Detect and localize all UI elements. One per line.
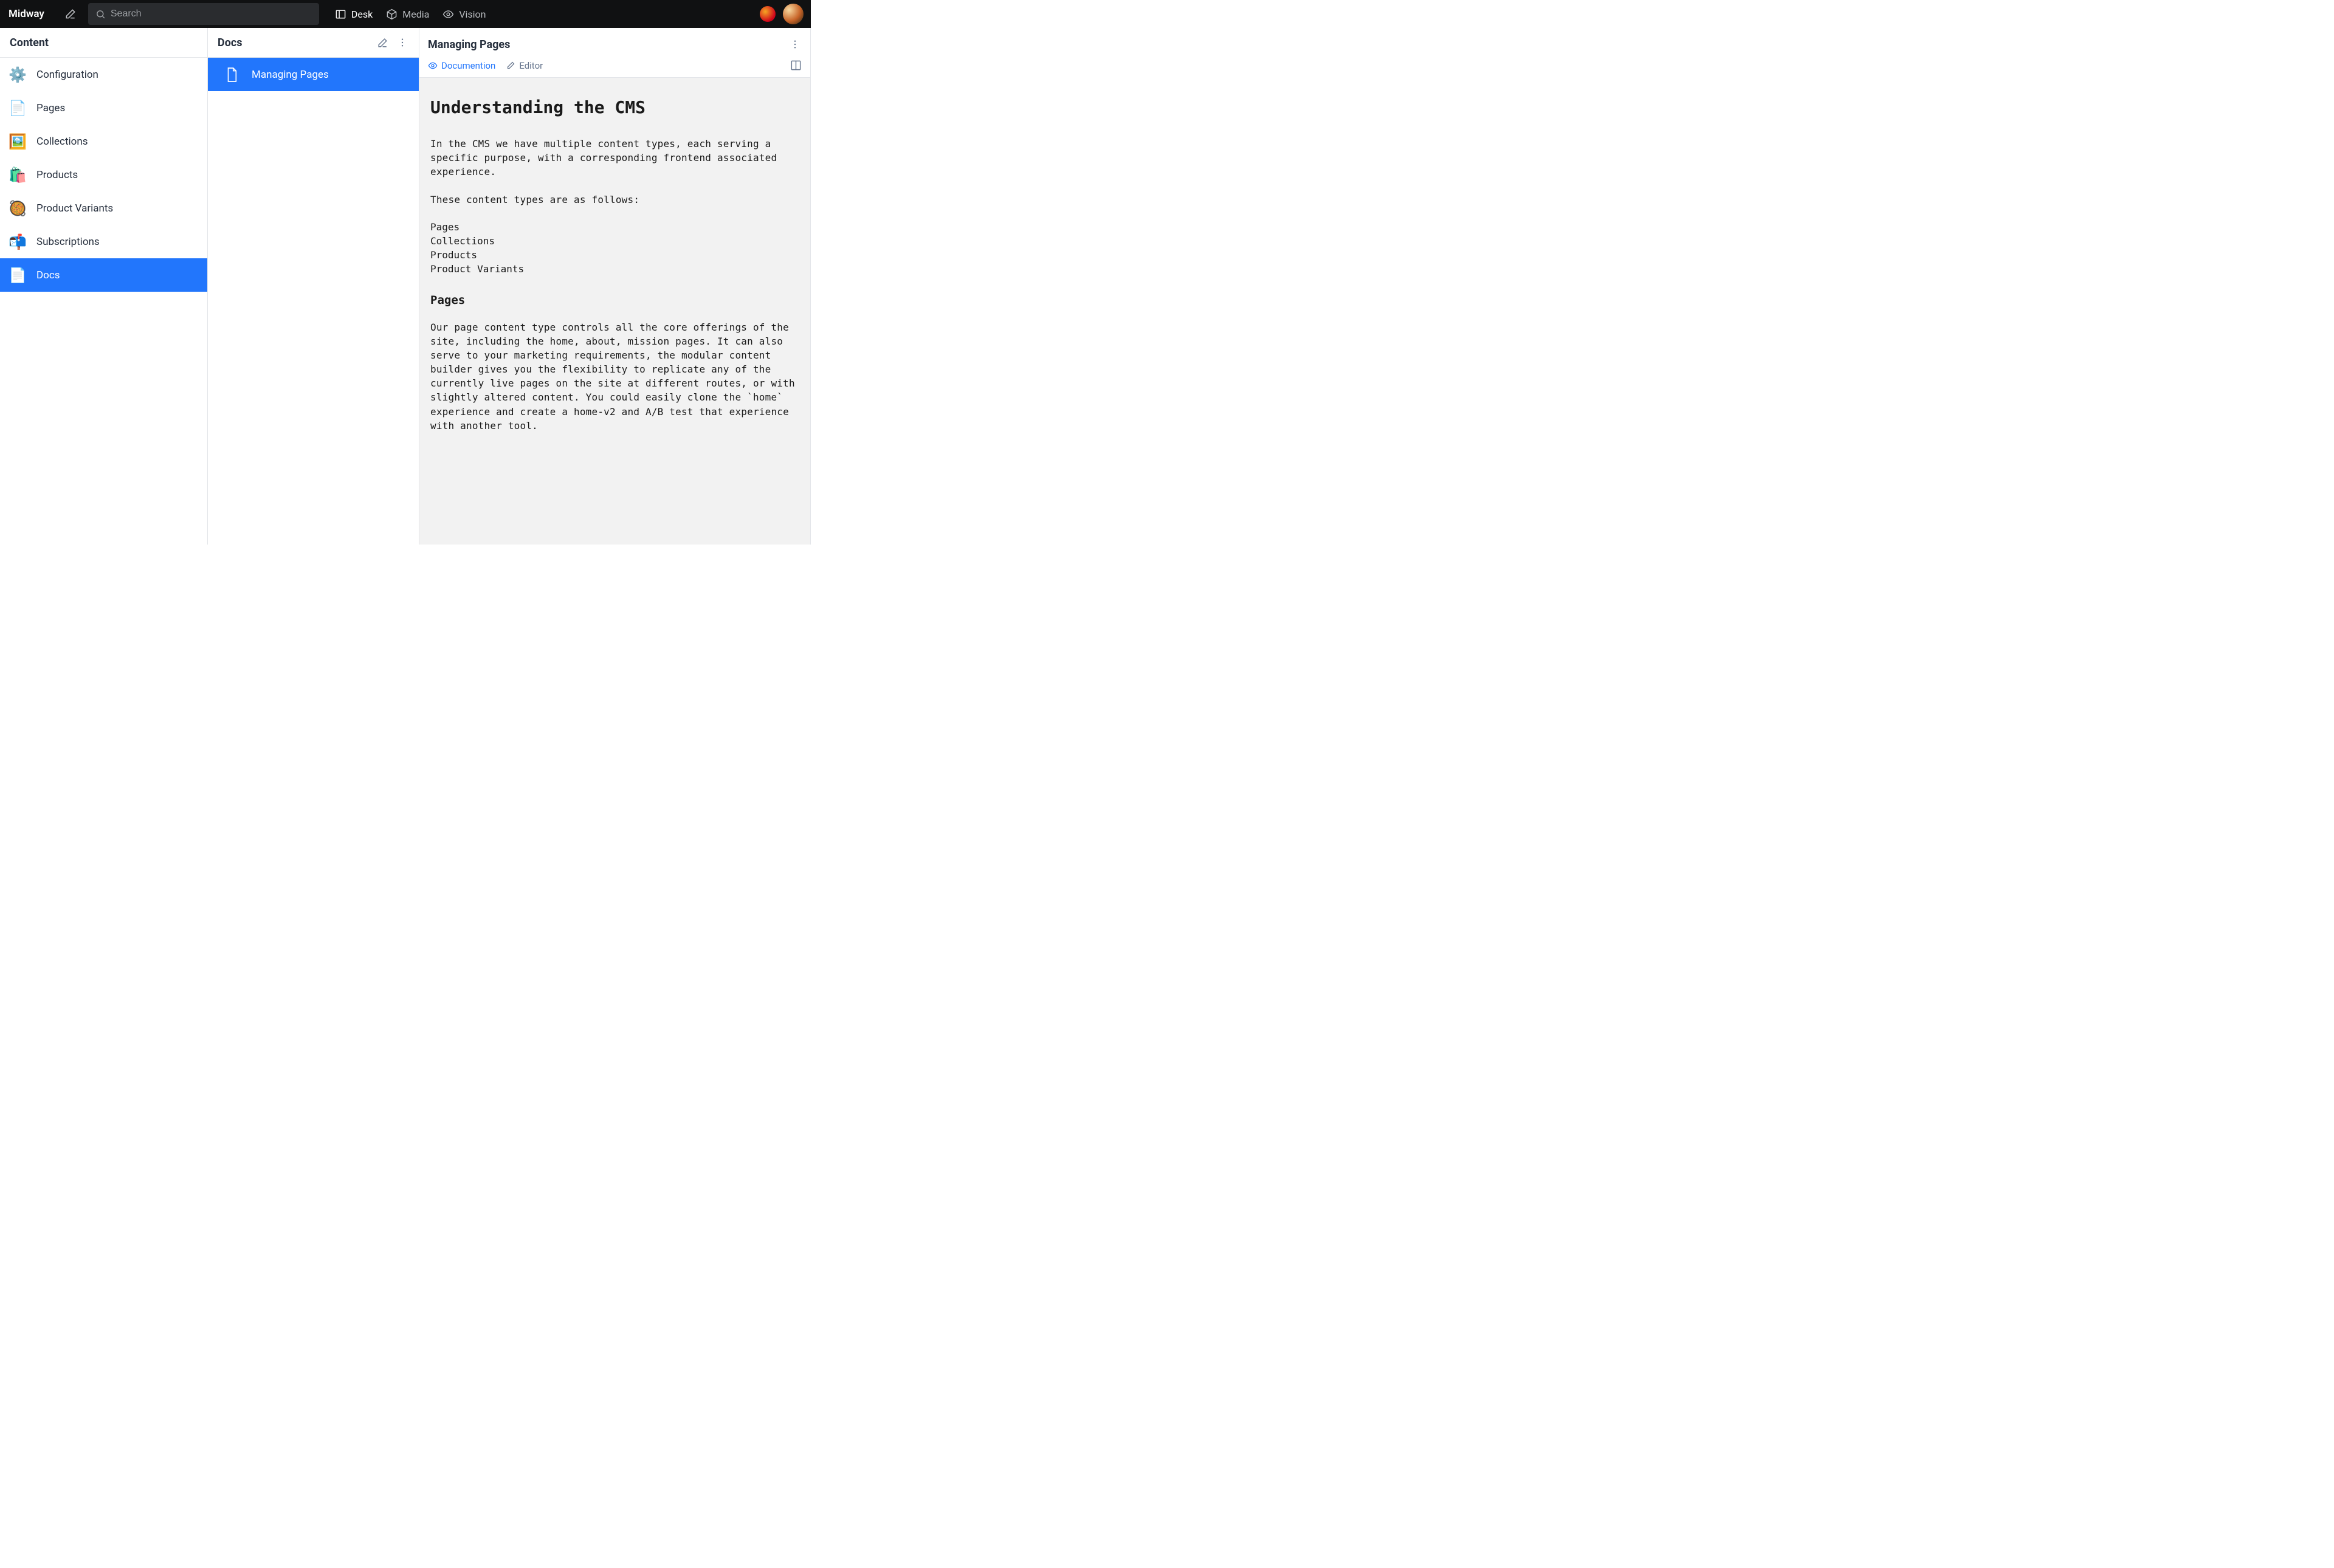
- sidebar-item-configuration[interactable]: ⚙️ Configuration: [0, 58, 207, 91]
- kebab-menu-icon[interactable]: [788, 34, 802, 55]
- kebab-menu-icon[interactable]: [396, 32, 409, 53]
- sidebar-item-label: Configuration: [36, 69, 98, 81]
- split-pane-icon[interactable]: [790, 60, 802, 71]
- docs-list: Managing Pages: [208, 58, 419, 91]
- doc-paragraph: These content types are as follows:: [430, 193, 799, 207]
- sidebar-item-label: Product Variants: [36, 202, 113, 215]
- detail-title: Managing Pages: [428, 38, 788, 51]
- content-title: Content: [10, 36, 198, 49]
- nav-vision[interactable]: Vision: [442, 9, 486, 20]
- sidebar-item-product-variants[interactable]: 🥘 Product Variants: [0, 191, 207, 225]
- sidebar-item-label: Collections: [36, 136, 88, 148]
- doc-paragraph: In the CMS we have multiple content type…: [430, 137, 799, 179]
- tab-editor[interactable]: Editor: [506, 60, 543, 71]
- detail-header: Managing Pages Documention: [419, 28, 810, 78]
- sidebar-item-docs[interactable]: 📄 Docs: [0, 258, 207, 292]
- nav-media[interactable]: Media: [386, 9, 429, 20]
- docs-column: Docs Managing Pages: [208, 28, 419, 545]
- nav-vision-label: Vision: [459, 9, 486, 20]
- docs-item-managing-pages[interactable]: Managing Pages: [208, 58, 419, 91]
- doc-heading: Understanding the CMS: [430, 97, 799, 117]
- search-input[interactable]: [111, 9, 312, 19]
- cube-icon: [386, 9, 398, 20]
- detail-column: Managing Pages Documention: [419, 28, 811, 545]
- tab-editor-label: Editor: [519, 60, 543, 71]
- sidebar-item-label: Products: [36, 169, 78, 181]
- brand[interactable]: Midway: [0, 8, 53, 20]
- eye-icon: [428, 61, 438, 70]
- shopping-bag-icon: 🛍️: [9, 167, 27, 184]
- content-list: ⚙️ Configuration 📄 Pages 🖼️ Collections …: [0, 58, 207, 292]
- sidebar-item-label: Pages: [36, 102, 65, 114]
- topnav: Desk Media Vision: [335, 9, 486, 20]
- pan-icon: 🥘: [9, 200, 27, 217]
- compose-icon[interactable]: [60, 4, 81, 24]
- sidebar-item-label: Subscriptions: [36, 236, 100, 248]
- content-column: Content ⚙️ Configuration 📄 Pages 🖼️ Coll…: [0, 28, 208, 545]
- doc-subheading: Pages: [430, 294, 799, 307]
- docs-header: Docs: [208, 28, 419, 58]
- docs-item-label: Managing Pages: [252, 69, 329, 81]
- nav-desk[interactable]: Desk: [335, 9, 373, 20]
- user-avatar[interactable]: [783, 4, 804, 24]
- list-item: Products: [430, 248, 799, 262]
- topbar: Midway Desk Me: [0, 0, 811, 28]
- tab-documentation[interactable]: Documention: [428, 60, 495, 71]
- document-icon: [222, 67, 241, 83]
- pencil-icon: [506, 61, 515, 70]
- doc-paragraph: Our page content type controls all the c…: [430, 320, 799, 433]
- sidebar-item-products[interactable]: 🛍️ Products: [0, 158, 207, 191]
- tab-documentation-label: Documention: [441, 60, 495, 71]
- panel-icon: [335, 9, 346, 20]
- content-header: Content: [0, 28, 207, 58]
- columns: Content ⚙️ Configuration 📄 Pages 🖼️ Coll…: [0, 28, 811, 545]
- document-body: Understanding the CMS In the CMS we have…: [419, 78, 810, 545]
- mailbox-icon: 📬: [9, 233, 27, 250]
- search-box[interactable]: [88, 3, 319, 25]
- picture-icon: 🖼️: [9, 133, 27, 150]
- list-item: Collections: [430, 234, 799, 248]
- content-type-list: Pages Collections Products Product Varia…: [430, 220, 799, 277]
- presence-avatar[interactable]: [760, 6, 776, 22]
- list-item: Product Variants: [430, 262, 799, 276]
- list-item: Pages: [430, 220, 799, 234]
- page-icon: 📄: [9, 267, 27, 284]
- search-icon: [95, 9, 106, 19]
- eye-icon: [442, 9, 454, 20]
- sidebar-item-collections[interactable]: 🖼️ Collections: [0, 125, 207, 158]
- compose-icon[interactable]: [374, 32, 391, 53]
- sidebar-item-label: Docs: [36, 269, 60, 281]
- nav-media-label: Media: [402, 9, 429, 20]
- gear-icon: ⚙️: [9, 66, 27, 83]
- sidebar-item-pages[interactable]: 📄 Pages: [0, 91, 207, 125]
- page-icon: 📄: [9, 100, 27, 117]
- nav-desk-label: Desk: [351, 9, 373, 20]
- docs-title: Docs: [218, 36, 369, 49]
- sidebar-item-subscriptions[interactable]: 📬 Subscriptions: [0, 225, 207, 258]
